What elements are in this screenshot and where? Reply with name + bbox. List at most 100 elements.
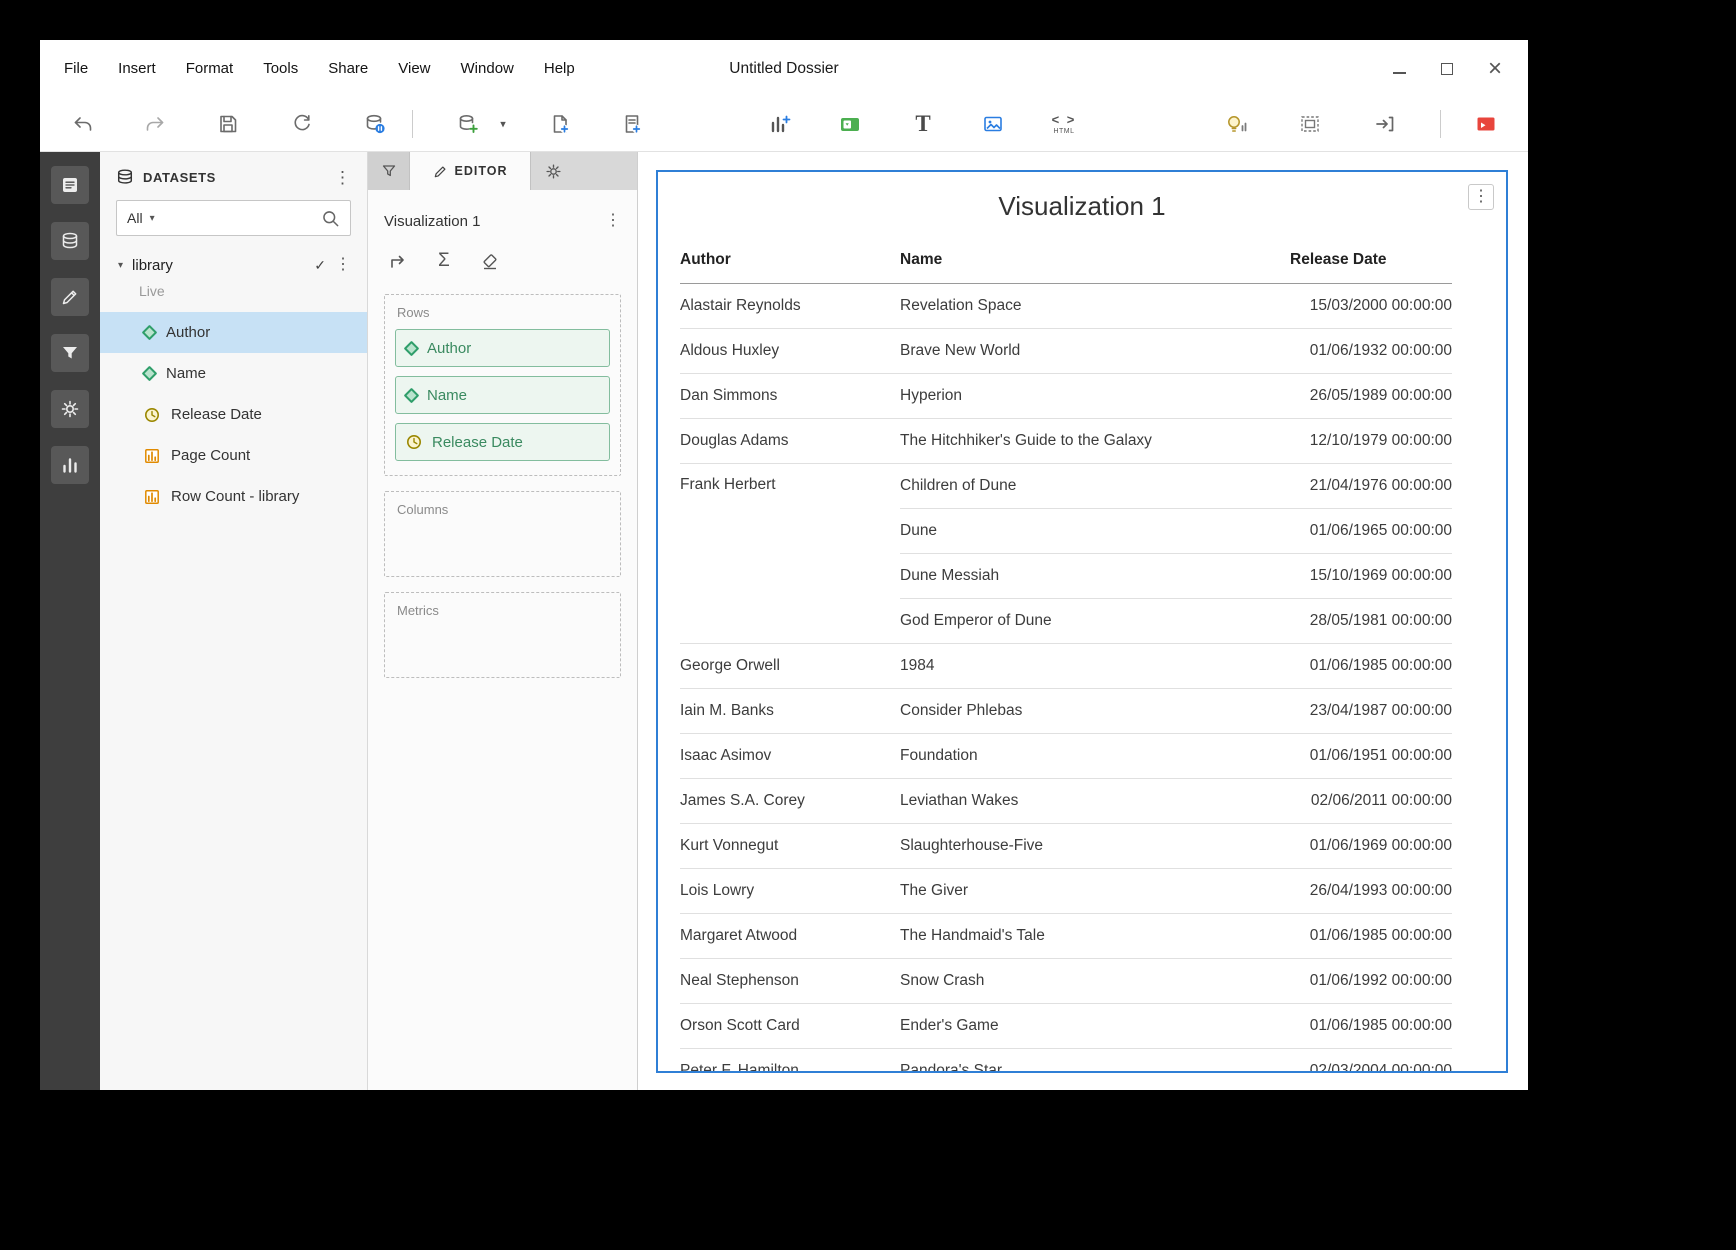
viz-cell-author[interactable]: Orson Scott Card	[680, 1003, 900, 1048]
sigma-totals-icon[interactable]: Σ	[438, 250, 450, 272]
sidebar-edit-button[interactable]	[51, 278, 89, 316]
viz-cell-author[interactable]: Lois Lowry	[680, 868, 900, 913]
add-chapter-button[interactable]	[611, 103, 653, 145]
viz-cell-release-date[interactable]: 26/05/1989 00:00:00	[1290, 373, 1452, 418]
viz-cell-name[interactable]: 1984	[900, 643, 1290, 688]
viz-cell-author[interactable]: Aldous Huxley	[680, 328, 900, 373]
eraser-icon[interactable]	[480, 251, 500, 271]
refresh-button[interactable]	[281, 103, 323, 145]
viz-cell-name[interactable]: Consider Phlebas	[900, 688, 1290, 733]
viz-cell-name[interactable]: Dune Messiah	[900, 553, 1290, 598]
canvas[interactable]: ⋮ Visualization 1 AuthorNameRelease Date…	[638, 152, 1528, 1090]
dataset-search-box[interactable]: All ▾	[116, 200, 351, 236]
viz-cell-release-date[interactable]: 01/06/1932 00:00:00	[1290, 328, 1452, 373]
dataset-status-button[interactable]	[354, 103, 396, 145]
viz-cell-name[interactable]: Children of Dune	[900, 463, 1290, 508]
viz-cell-name[interactable]: The Giver	[900, 868, 1290, 913]
free-form-layout-button[interactable]	[1289, 103, 1331, 145]
dataset-field[interactable]: Page Count	[100, 435, 367, 476]
maximize-button[interactable]	[1438, 60, 1456, 78]
undo-button[interactable]	[62, 103, 104, 145]
sidebar-settings-button[interactable]	[51, 390, 89, 428]
viz-cell-release-date[interactable]: 12/10/1979 00:00:00	[1290, 418, 1452, 463]
collapse-triangle-icon[interactable]: ▾	[118, 260, 123, 271]
menu-insert[interactable]: Insert	[118, 60, 156, 77]
add-dataset-button[interactable]	[447, 103, 489, 145]
search-icon[interactable]	[321, 209, 340, 228]
viz-cell-name[interactable]: The Handmaid's Tale	[900, 913, 1290, 958]
viz-cell-author[interactable]: Peter F. Hamilton	[680, 1048, 900, 1073]
viz-cell-release-date[interactable]: 01/06/1951 00:00:00	[1290, 733, 1452, 778]
viz-cell-name[interactable]: God Emperor of Dune	[900, 598, 1290, 643]
viz-cell-release-date[interactable]: 01/06/1969 00:00:00	[1290, 823, 1452, 868]
viz-cell-name[interactable]: Slaughterhouse-Five	[900, 823, 1290, 868]
viz-cell-author[interactable]: Margaret Atwood	[680, 913, 900, 958]
viz-cell-name[interactable]: Pandora's Star	[900, 1048, 1290, 1073]
viz-cell-author[interactable]: Iain M. Banks	[680, 688, 900, 733]
viz-cell-name[interactable]: The Hitchhiker's Guide to the Galaxy	[900, 418, 1290, 463]
insights-button[interactable]	[1216, 103, 1258, 145]
viz-cell-release-date[interactable]: 01/06/1985 00:00:00	[1290, 1003, 1452, 1048]
viz-cell-release-date[interactable]: 02/06/2011 00:00:00	[1290, 778, 1452, 823]
sidebar-datasets-button[interactable]	[51, 222, 89, 260]
viz-cell-release-date[interactable]: 02/03/2004 00:00:00	[1290, 1048, 1452, 1073]
datasets-menu-button[interactable]: ⋮	[334, 169, 351, 186]
viz-cell-author[interactable]: Neal Stephenson	[680, 958, 900, 1003]
dataset-field[interactable]: Row Count - library	[100, 476, 367, 517]
dataset-field[interactable]: Release Date	[100, 394, 367, 435]
rows-chip[interactable]: Name	[395, 376, 610, 414]
viz-cell-author[interactable]: Isaac Asimov	[680, 733, 900, 778]
viz-cell-release-date[interactable]: 15/10/1969 00:00:00	[1290, 553, 1452, 598]
viz-cell-author[interactable]: George Orwell	[680, 643, 900, 688]
menu-format[interactable]: Format	[186, 60, 234, 77]
tab-filter[interactable]	[368, 152, 410, 190]
viz-cell-release-date[interactable]: 01/06/1985 00:00:00	[1290, 913, 1452, 958]
editor-viz-menu-button[interactable]: ⋮	[605, 213, 621, 229]
viz-cell-name[interactable]: Snow Crash	[900, 958, 1290, 1003]
sidebar-gallery-button[interactable]	[51, 446, 89, 484]
sidebar-contents-button[interactable]	[51, 166, 89, 204]
viz-cell-release-date[interactable]: 21/04/1976 00:00:00	[1290, 463, 1452, 508]
minimize-button[interactable]	[1390, 60, 1408, 78]
dataset-field[interactable]: Author	[100, 312, 367, 353]
visualization-container[interactable]: ⋮ Visualization 1 AuthorNameRelease Date…	[656, 170, 1508, 1073]
viz-cell-name[interactable]: Brave New World	[900, 328, 1290, 373]
viz-cell-name[interactable]: Revelation Space	[900, 283, 1290, 328]
rows-drop-zone[interactable]: Rows AuthorNameRelease Date	[384, 294, 621, 476]
viz-column-header[interactable]: Author	[680, 238, 900, 283]
metrics-drop-zone[interactable]: Metrics	[384, 592, 621, 678]
add-visualization-button[interactable]	[759, 103, 801, 145]
save-button[interactable]	[207, 103, 249, 145]
redo-button[interactable]	[134, 103, 176, 145]
viz-cell-release-date[interactable]: 01/06/1992 00:00:00	[1290, 958, 1452, 1003]
viz-cell-author[interactable]: Frank Herbert	[680, 463, 900, 643]
chevron-down-icon[interactable]: ▾	[150, 213, 155, 224]
viz-cell-name[interactable]: Hyperion	[900, 373, 1290, 418]
sidebar-filter-button[interactable]	[51, 334, 89, 372]
close-button[interactable]: ×	[1486, 60, 1504, 78]
menu-view[interactable]: View	[398, 60, 430, 77]
rows-chip[interactable]: Release Date	[395, 423, 610, 461]
columns-drop-zone[interactable]: Columns	[384, 491, 621, 577]
display-mode-button[interactable]	[1465, 103, 1507, 145]
dataset-field[interactable]: Name	[100, 353, 367, 394]
viz-cell-author[interactable]: Dan Simmons	[680, 373, 900, 418]
viz-cell-author[interactable]: Douglas Adams	[680, 418, 900, 463]
menu-help[interactable]: Help	[544, 60, 575, 77]
viz-cell-author[interactable]: James S.A. Corey	[680, 778, 900, 823]
viz-cell-name[interactable]: Ender's Game	[900, 1003, 1290, 1048]
menu-file[interactable]: File	[64, 60, 88, 77]
add-dataset-chevron-icon[interactable]: ▾	[500, 118, 506, 131]
viz-column-header[interactable]: Name	[900, 238, 1290, 283]
presentation-mode-button[interactable]	[1364, 103, 1406, 145]
menu-window[interactable]: Window	[461, 60, 514, 77]
viz-cell-release-date[interactable]: 23/04/1987 00:00:00	[1290, 688, 1452, 733]
tab-settings[interactable]	[530, 152, 576, 190]
dataset-library-menu-button[interactable]: ⋮	[335, 257, 351, 273]
viz-cell-release-date[interactable]: 28/05/1981 00:00:00	[1290, 598, 1452, 643]
viz-cell-release-date[interactable]: 15/03/2000 00:00:00	[1290, 283, 1452, 328]
swap-axes-icon[interactable]	[388, 251, 408, 271]
viz-cell-author[interactable]: Alastair Reynolds	[680, 283, 900, 328]
search-filter-value[interactable]: All	[127, 210, 143, 226]
viz-menu-button[interactable]: ⋮	[1468, 184, 1494, 210]
